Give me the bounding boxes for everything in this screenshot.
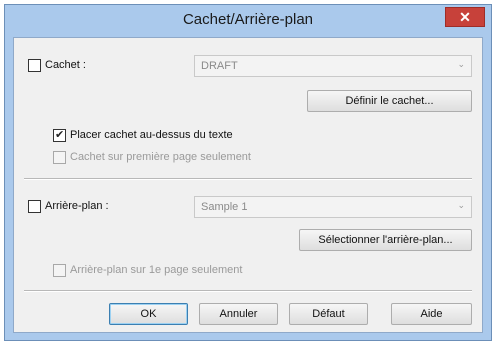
stamp-first-page-label: Cachet sur première page seulement [70,151,251,163]
background-checkbox-label[interactable]: Arrière-plan : [45,200,109,212]
dialog-content: Cachet : DRAFT ⌄ Définir le cachet... Pl… [13,37,483,333]
title-bar[interactable]: Cachet/Arrière-plan ✕ [5,5,491,35]
ok-button[interactable]: OK [109,303,188,325]
background-checkbox[interactable] [28,200,41,213]
stamp-over-text-label[interactable]: Placer cachet au-dessus du texte [70,129,233,141]
buttons-divider [24,290,472,292]
dialog-window: Cachet/Arrière-plan ✕ Cachet : DRAFT ⌄ D… [4,4,492,341]
default-button[interactable]: Défaut [289,303,368,325]
stamp-first-page-checkbox [53,151,66,164]
stamp-checkbox[interactable] [28,59,41,72]
background-select-value: Sample 1 [201,201,248,213]
dialog-title: Cachet/Arrière-plan [182,11,314,28]
background-select[interactable]: Sample 1 ⌄ [194,196,472,218]
stamp-checkbox-label[interactable]: Cachet : [45,59,86,71]
cancel-button[interactable]: Annuler [199,303,278,325]
help-button[interactable]: Aide [391,303,472,325]
define-stamp-button[interactable]: Définir le cachet... [307,90,472,112]
stamp-select-value: DRAFT [201,60,238,72]
close-icon: ✕ [459,9,471,25]
select-background-button[interactable]: Sélectionner l'arrière-plan... [299,229,472,251]
section-divider [24,178,472,180]
chevron-down-icon: ⌄ [457,60,465,70]
close-button[interactable]: ✕ [445,7,485,27]
background-first-page-checkbox [53,264,66,277]
stamp-select[interactable]: DRAFT ⌄ [194,55,472,77]
stamp-over-text-checkbox[interactable] [53,128,66,142]
chevron-down-icon: ⌄ [457,201,465,211]
background-first-page-label: Arrière-plan sur 1e page seulement [70,264,243,276]
